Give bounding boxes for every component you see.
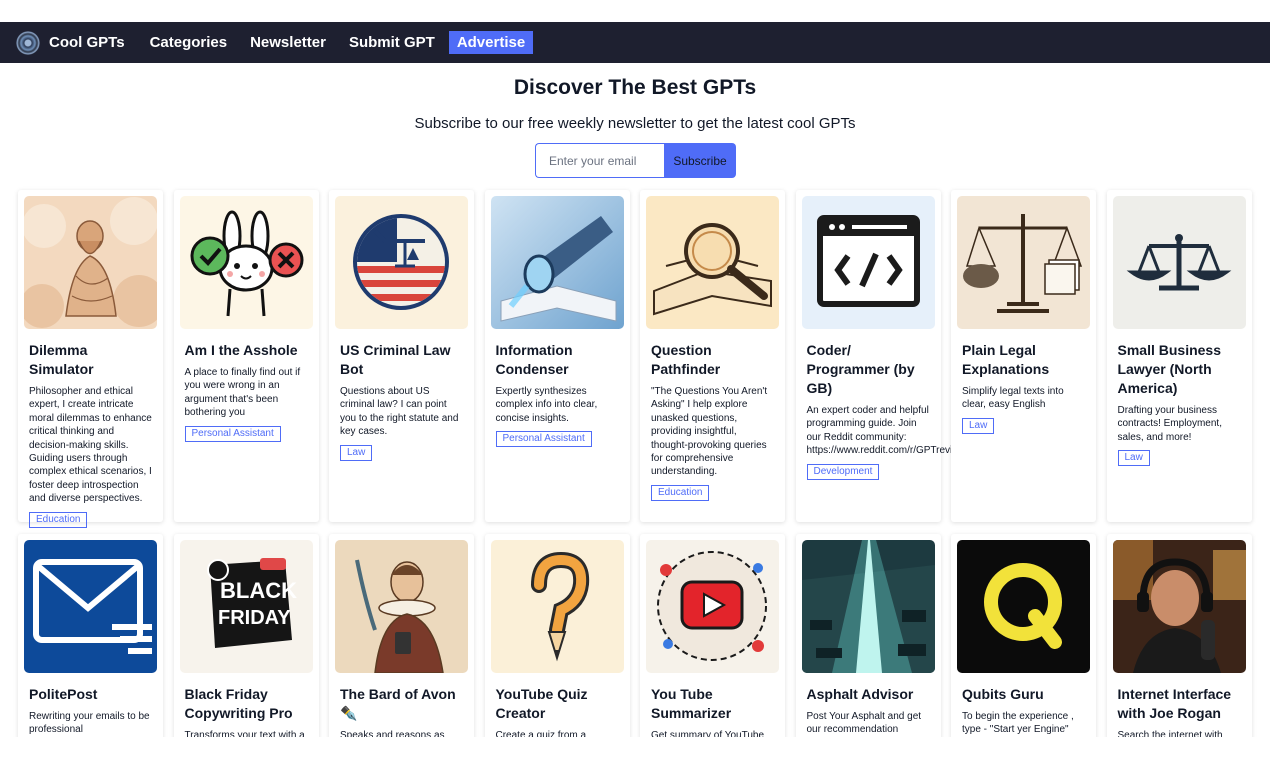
asphalt-road-image bbox=[801, 540, 935, 673]
gpt-card[interactable]: Coder/ Programmer (by GB) An expert code… bbox=[795, 190, 968, 522]
card-title: Coder/ Programmer (by GB) bbox=[806, 342, 915, 396]
gpt-card[interactable]: Plain Legal Explanations Simplify legal … bbox=[951, 190, 1096, 522]
card-description: Philosopher and ethical expert, I create… bbox=[29, 386, 152, 505]
category-tag[interactable]: Personal Assistant bbox=[495, 431, 592, 448]
scales-icon bbox=[1112, 196, 1246, 329]
category-tag[interactable]: Education bbox=[29, 511, 88, 528]
bunny-check-cross-image bbox=[179, 196, 313, 329]
card-title: PolitePost bbox=[29, 686, 98, 702]
gpt-card[interactable]: Qubits Guru To begin the experience , ty… bbox=[951, 534, 1096, 760]
gpt-card[interactable]: PolitePost Rewriting your emails to be p… bbox=[18, 534, 163, 760]
brand-name: Cool GPTs bbox=[49, 34, 125, 51]
card-description: A place to finally find out if you were … bbox=[184, 367, 301, 419]
gpt-card[interactable]: The Bard of Avon ✒️ Speaks and reasons a… bbox=[329, 534, 474, 760]
gpt-card[interactable]: Question Pathfinder "The Questions You A… bbox=[640, 190, 785, 522]
brand-logo-icon bbox=[16, 30, 40, 55]
gpt-card[interactable]: YouTube Quiz Creator Create a quiz from … bbox=[484, 534, 630, 760]
gpt-card[interactable]: Asphalt Advisor Post Your Asphalt and ge… bbox=[795, 534, 941, 760]
nav-link-newsletter[interactable]: Newsletter bbox=[250, 34, 326, 51]
card-title: Qubits Guru bbox=[962, 686, 1044, 702]
gpt-card[interactable]: Dilemma Simulator Philosopher and ethica… bbox=[18, 190, 163, 528]
card-title: Am I the Asshole bbox=[184, 342, 298, 358]
magnifier-book-image bbox=[646, 196, 779, 329]
top-nav: Cool GPTs Categories Newsletter Submit G… bbox=[0, 22, 1270, 63]
category-tag[interactable]: Law bbox=[1117, 450, 1150, 467]
brand[interactable]: Cool GPTs bbox=[16, 30, 125, 55]
card-description: An expert coder and helpful programming … bbox=[806, 405, 968, 457]
nav-link-submit-gpt[interactable]: Submit GPT bbox=[349, 34, 435, 51]
card-description: Questions about US criminal law? I can p… bbox=[340, 386, 459, 438]
subscribe-form: Subscribe bbox=[535, 143, 736, 178]
scale-papers-image bbox=[957, 196, 1090, 329]
gpt-card[interactable]: You Tube Summarizer Get summary of YouTu… bbox=[640, 534, 785, 760]
card-title: You Tube Summarizer bbox=[651, 686, 732, 721]
viewport-bottom-edge bbox=[0, 737, 1270, 760]
card-description: "The Questions You Aren't Asking" I help… bbox=[651, 386, 768, 478]
philosopher-statue-image bbox=[24, 196, 157, 329]
youtube-play-image bbox=[646, 540, 779, 673]
gpt-card[interactable]: US Criminal Law Bot Questions about US c… bbox=[329, 190, 474, 522]
card-title: Small Business Lawyer (North America) bbox=[1117, 342, 1222, 396]
card-title: Black Friday Copywriting Pro bbox=[184, 686, 293, 721]
card-title: Information Condenser bbox=[495, 342, 573, 377]
svg-text:FRIDAY: FRIDAY bbox=[218, 607, 291, 629]
card-description: Post Your Asphalt and get our recommenda… bbox=[806, 711, 922, 736]
card-title: US Criminal Law Bot bbox=[340, 342, 451, 377]
hero-subtitle: Subscribe to our free weekly newsletter … bbox=[414, 115, 856, 132]
question-mark-pencil-image bbox=[490, 540, 624, 673]
code-window-icon bbox=[801, 196, 935, 329]
lens-book-image bbox=[490, 196, 624, 329]
podcast-host-photo bbox=[1112, 540, 1246, 673]
gpt-card[interactable]: Internet Interface with Joe Rogan Search… bbox=[1106, 534, 1252, 760]
gpt-card[interactable]: Small Business Lawyer (North America) Dr… bbox=[1106, 190, 1252, 522]
card-title: Asphalt Advisor bbox=[806, 686, 914, 702]
category-tag[interactable]: Personal Assistant bbox=[184, 425, 281, 442]
email-input[interactable] bbox=[535, 143, 664, 178]
card-description: Expertly synthesizes complex info into c… bbox=[495, 386, 598, 424]
us-flag-scales-image bbox=[335, 196, 468, 329]
card-description: Drafting your business contracts! Employ… bbox=[1117, 405, 1222, 443]
gpt-card[interactable]: Am I the Asshole A place to finally find… bbox=[173, 190, 319, 522]
card-description: Rewriting your emails to be professional bbox=[29, 711, 150, 736]
card-title: Plain Legal Explanations bbox=[962, 342, 1050, 377]
subscribe-button[interactable]: Subscribe bbox=[664, 143, 736, 178]
black-friday-badge-image: BLACK FRIDAY bbox=[179, 540, 313, 673]
nav-link-advertise[interactable]: Advertise bbox=[448, 31, 534, 54]
category-tag[interactable]: Law bbox=[340, 444, 373, 461]
card-title: Dilemma Simulator bbox=[29, 342, 94, 377]
page-title: Discover The Best GPTs bbox=[513, 76, 757, 99]
svg-text:BLACK: BLACK bbox=[220, 578, 297, 603]
shakespeare-portrait-image bbox=[335, 540, 468, 673]
category-tag[interactable]: Development bbox=[806, 463, 880, 480]
card-title: YouTube Quiz Creator bbox=[495, 686, 588, 721]
card-description: Simplify legal texts into clear, easy En… bbox=[962, 386, 1064, 411]
gpt-card[interactable]: Information Condenser Expertly synthesiz… bbox=[484, 190, 630, 522]
category-tag[interactable]: Law bbox=[962, 417, 995, 434]
nav-link-categories[interactable]: Categories bbox=[150, 34, 228, 51]
card-title: Internet Interface with Joe Rogan bbox=[1117, 686, 1232, 721]
category-tag[interactable]: Education bbox=[651, 484, 710, 501]
card-description: To begin the experience , type - "Start … bbox=[962, 711, 1074, 736]
q-letter-image bbox=[957, 540, 1090, 673]
card-title: The Bard of Avon ✒️ bbox=[340, 686, 456, 721]
gpt-grid: Dilemma Simulator Philosopher and ethica… bbox=[18, 190, 1252, 760]
gpt-card[interactable]: BLACK FRIDAY Black Friday Copywriting Pr… bbox=[173, 534, 319, 760]
envelope-icon bbox=[24, 540, 157, 673]
card-title: Question Pathfinder bbox=[651, 342, 721, 377]
